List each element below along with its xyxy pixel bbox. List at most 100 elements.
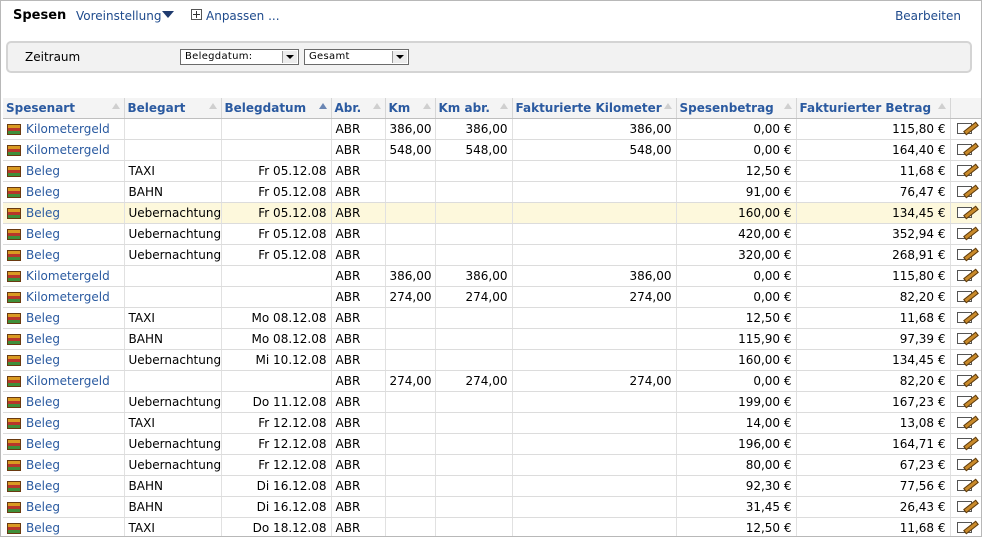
table-row[interactable]: Kilometergeld ABR 386,00 386,00 386,00 0,00 €… [3, 265, 981, 287]
expense-type-link[interactable]: Beleg [26, 395, 60, 409]
expense-type-cell[interactable]: Beleg [3, 223, 125, 245]
expense-type-link[interactable]: Beleg [26, 206, 60, 220]
expense-type-link[interactable]: Beleg [26, 332, 60, 346]
expense-type-link[interactable]: Beleg [26, 248, 60, 262]
sort-arrow-icon[interactable] [663, 103, 672, 109]
expense-type-link[interactable]: Beleg [26, 164, 60, 178]
sort-arrow-icon[interactable] [937, 103, 946, 109]
edit-pencil-icon[interactable] [956, 331, 975, 345]
edit-pencil-icon[interactable] [956, 457, 975, 471]
expense-type-cell[interactable]: Beleg [3, 433, 125, 455]
table-row[interactable]: Beleg Uebernachtung Fr 05.12.08 ABR 320,00 €… [3, 244, 981, 266]
range-select[interactable]: Gesamt [304, 49, 409, 65]
edit-link[interactable]: Bearbeiten [895, 8, 961, 24]
table-row[interactable]: Beleg TAXI Mo 08.12.08 ABR 12,50 €11,68 € [3, 307, 981, 329]
table-row[interactable]: Beleg Uebernachtung Fr 12.12.08 ABR 196,00 €… [3, 433, 981, 455]
edit-pencil-icon[interactable] [956, 436, 975, 450]
expense-type-link[interactable]: Beleg [26, 416, 60, 430]
expense-type-link[interactable]: Kilometergeld [26, 122, 110, 136]
expense-type-cell[interactable]: Beleg [3, 475, 125, 497]
edit-pencil-icon[interactable] [956, 373, 975, 387]
expense-type-cell[interactable]: Kilometergeld [3, 286, 125, 308]
edit-pencil-icon[interactable] [956, 499, 975, 513]
expense-type-cell[interactable]: Beleg [3, 160, 125, 182]
table-row[interactable]: Kilometergeld ABR 274,00 274,00 274,00 0,00 €… [3, 370, 981, 392]
column-header[interactable]: Fakturierte Kilometer [512, 98, 677, 119]
expense-type-cell[interactable]: Kilometergeld [3, 139, 125, 161]
expense-type-cell[interactable]: Beleg [3, 307, 125, 329]
expense-type-link[interactable]: Kilometergeld [26, 374, 110, 388]
column-header[interactable]: Spesenart [3, 98, 125, 119]
expense-type-cell[interactable]: Beleg [3, 517, 125, 536]
edit-pencil-icon[interactable] [956, 121, 975, 135]
expense-type-cell[interactable]: Beleg [3, 496, 125, 518]
edit-pencil-icon[interactable] [956, 352, 975, 366]
sort-arrow-icon[interactable] [783, 103, 792, 109]
sort-arrow-icon[interactable] [111, 103, 120, 109]
edit-pencil-icon[interactable] [956, 205, 975, 219]
table-row[interactable]: Beleg BAHN Di 16.12.08 ABR 31,45 €26,43 € [3, 496, 981, 518]
table-row[interactable]: Beleg TAXI Fr 05.12.08 ABR 12,50 €11,68 € [3, 160, 981, 182]
expense-type-link[interactable]: Beleg [26, 479, 60, 493]
expense-type-cell[interactable]: Beleg [3, 328, 125, 350]
edit-pencil-icon[interactable] [956, 310, 975, 324]
edit-pencil-icon[interactable] [956, 289, 975, 303]
column-header[interactable]: Spesenbetrag [676, 98, 797, 119]
table-row[interactable]: Beleg BAHN Mo 08.12.08 ABR 115,90 €97,39 € [3, 328, 981, 350]
expense-type-link[interactable]: Beleg [26, 521, 60, 535]
expense-type-link[interactable]: Beleg [26, 227, 60, 241]
expense-type-link[interactable]: Beleg [26, 437, 60, 451]
column-header[interactable]: Belegdatum [221, 98, 332, 119]
table-row[interactable]: Beleg Uebernachtung Do 11.12.08 ABR 199,00 €… [3, 391, 981, 413]
sort-arrow-icon[interactable] [318, 103, 327, 109]
expense-type-cell[interactable]: Beleg [3, 349, 125, 371]
expense-type-cell[interactable]: Kilometergeld [3, 370, 125, 392]
edit-pencil-icon[interactable] [956, 268, 975, 282]
edit-pencil-icon[interactable] [956, 520, 975, 534]
sort-arrow-icon[interactable] [422, 103, 431, 109]
sort-arrow-icon[interactable] [499, 103, 508, 109]
edit-pencil-icon[interactable] [956, 247, 975, 261]
preset-dropdown[interactable]: Voreinstellung [76, 8, 161, 24]
edit-pencil-icon[interactable] [956, 415, 975, 429]
expense-type-link[interactable]: Beleg [26, 458, 60, 472]
edit-pencil-icon[interactable] [956, 394, 975, 408]
dropdown-arrow-icon[interactable] [392, 51, 407, 63]
expense-type-cell[interactable]: Beleg [3, 181, 125, 203]
table-row[interactable]: Kilometergeld ABR 548,00 548,00 548,00 0,00 €… [3, 139, 981, 161]
expense-type-cell[interactable]: Kilometergeld [3, 265, 125, 287]
expense-type-cell[interactable]: Beleg [3, 391, 125, 413]
expense-type-link[interactable]: Beleg [26, 311, 60, 325]
column-header[interactable]: Km abr. [435, 98, 513, 119]
table-row[interactable]: Kilometergeld ABR 386,00 386,00 386,00 0,00 €… [3, 118, 981, 140]
column-header[interactable]: Abr. [331, 98, 386, 119]
expense-type-cell[interactable]: Beleg [3, 454, 125, 476]
expense-type-link[interactable]: Kilometergeld [26, 290, 110, 304]
expense-type-cell[interactable]: Beleg [3, 202, 125, 224]
date-field-select[interactable]: Belegdatum: [180, 49, 299, 65]
expense-type-link[interactable]: Kilometergeld [26, 269, 110, 283]
edit-pencil-icon[interactable] [956, 163, 975, 177]
edit-pencil-icon[interactable] [956, 184, 975, 198]
table-row[interactable]: Beleg BAHN Fr 05.12.08 ABR 91,00 €76,47 € [3, 181, 981, 203]
expense-type-link[interactable]: Beleg [26, 500, 60, 514]
expense-type-cell[interactable]: Beleg [3, 244, 125, 266]
expense-type-cell[interactable]: Beleg [3, 412, 125, 434]
table-row[interactable]: Beleg BAHN Di 16.12.08 ABR 92,30 €77,56 € [3, 475, 981, 497]
column-header[interactable]: Fakturierter Betrag [796, 98, 951, 119]
dropdown-arrow-icon[interactable] [282, 51, 297, 63]
expense-type-link[interactable]: Beleg [26, 353, 60, 367]
expense-type-link[interactable]: Beleg [26, 185, 60, 199]
table-row[interactable]: Beleg TAXI Do 18.12.08 ABR 12,50 €11,68 € [3, 517, 981, 536]
table-row[interactable]: Beleg TAXI Fr 12.12.08 ABR 14,00 €13,08 € [3, 412, 981, 434]
sort-arrow-icon[interactable] [372, 103, 381, 109]
sort-arrow-icon[interactable] [208, 103, 217, 109]
edit-pencil-icon[interactable] [956, 226, 975, 240]
column-header[interactable]: Km [385, 98, 436, 119]
column-header[interactable]: Belegart [124, 98, 222, 119]
expense-type-cell[interactable]: Kilometergeld [3, 118, 125, 140]
customize-link[interactable]: Anpassen ... [191, 8, 280, 24]
expense-type-link[interactable]: Kilometergeld [26, 143, 110, 157]
table-row[interactable]: Beleg Uebernachtung Fr 05.12.08 ABR 420,00 €… [3, 223, 981, 245]
edit-pencil-icon[interactable] [956, 142, 975, 156]
